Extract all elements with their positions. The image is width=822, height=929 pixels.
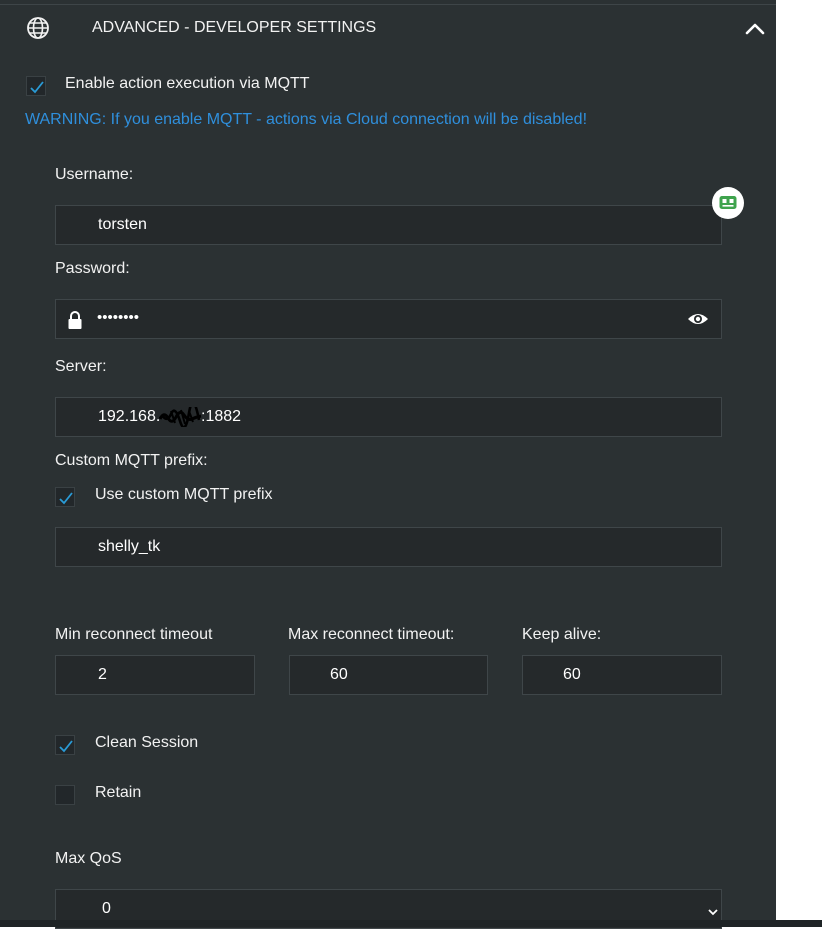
min-reconnect-value: 2 (98, 666, 107, 683)
retain-label: Retain (95, 784, 142, 801)
chevron-up-icon[interactable] (744, 20, 766, 36)
show-password-eye-icon[interactable] (687, 311, 709, 327)
custom-prefix-value: shelly_tk (98, 538, 161, 555)
custom-prefix-label: Custom MQTT prefix: (55, 452, 208, 469)
lock-icon (67, 310, 83, 330)
max-reconnect-label: Max reconnect timeout: (288, 626, 455, 643)
password-label: Password: (55, 260, 130, 277)
section-title: ADVANCED - DEVELOPER SETTINGS (92, 19, 377, 36)
clean-session-label: Clean Session (95, 734, 199, 751)
max-qos-value: 0 (102, 900, 111, 917)
keep-alive-value: 60 (563, 666, 581, 683)
use-custom-prefix-checkbox[interactable] (55, 487, 75, 507)
use-custom-prefix-label: Use custom MQTT prefix (95, 486, 273, 503)
max-reconnect-field[interactable]: 60 (289, 655, 488, 695)
username-label: Username: (55, 166, 134, 183)
server-value-suffix: :1882 (201, 408, 242, 425)
keep-alive-field[interactable]: 60 (522, 655, 722, 695)
custom-prefix-field[interactable]: shelly_tk (55, 527, 722, 567)
enable-mqtt-checkbox[interactable] (26, 76, 46, 96)
server-field[interactable]: 192.168. :1882 (55, 397, 722, 437)
assistant-widget-icon[interactable] (711, 186, 745, 220)
keep-alive-label: Keep alive: (522, 626, 602, 643)
max-reconnect-value: 60 (330, 666, 348, 683)
clean-session-checkbox[interactable] (55, 735, 75, 755)
max-qos-label: Max QoS (55, 850, 122, 867)
server-label: Server: (55, 358, 107, 375)
globe-icon (26, 16, 50, 40)
enable-mqtt-label: Enable action execution via MQTT (65, 75, 310, 92)
retain-checkbox[interactable] (55, 785, 75, 805)
mqtt-warning: WARNING: If you enable MQTT - actions vi… (25, 111, 588, 128)
server-value-prefix: 192.168. (98, 408, 161, 425)
username-field[interactable]: torsten (55, 205, 722, 245)
min-reconnect-label: Min reconnect timeout (55, 626, 213, 643)
username-value: torsten (98, 216, 147, 233)
password-field[interactable]: •••••••• (55, 299, 722, 339)
min-reconnect-field[interactable]: 2 (55, 655, 255, 695)
bottom-bar (0, 920, 822, 927)
redaction-scribble (158, 401, 203, 429)
top-divider (0, 4, 776, 5)
chevron-down-icon (707, 904, 719, 916)
password-value: •••••••• (97, 309, 140, 326)
settings-panel: ADVANCED - DEVELOPER SETTINGS Enable act… (0, 0, 776, 929)
